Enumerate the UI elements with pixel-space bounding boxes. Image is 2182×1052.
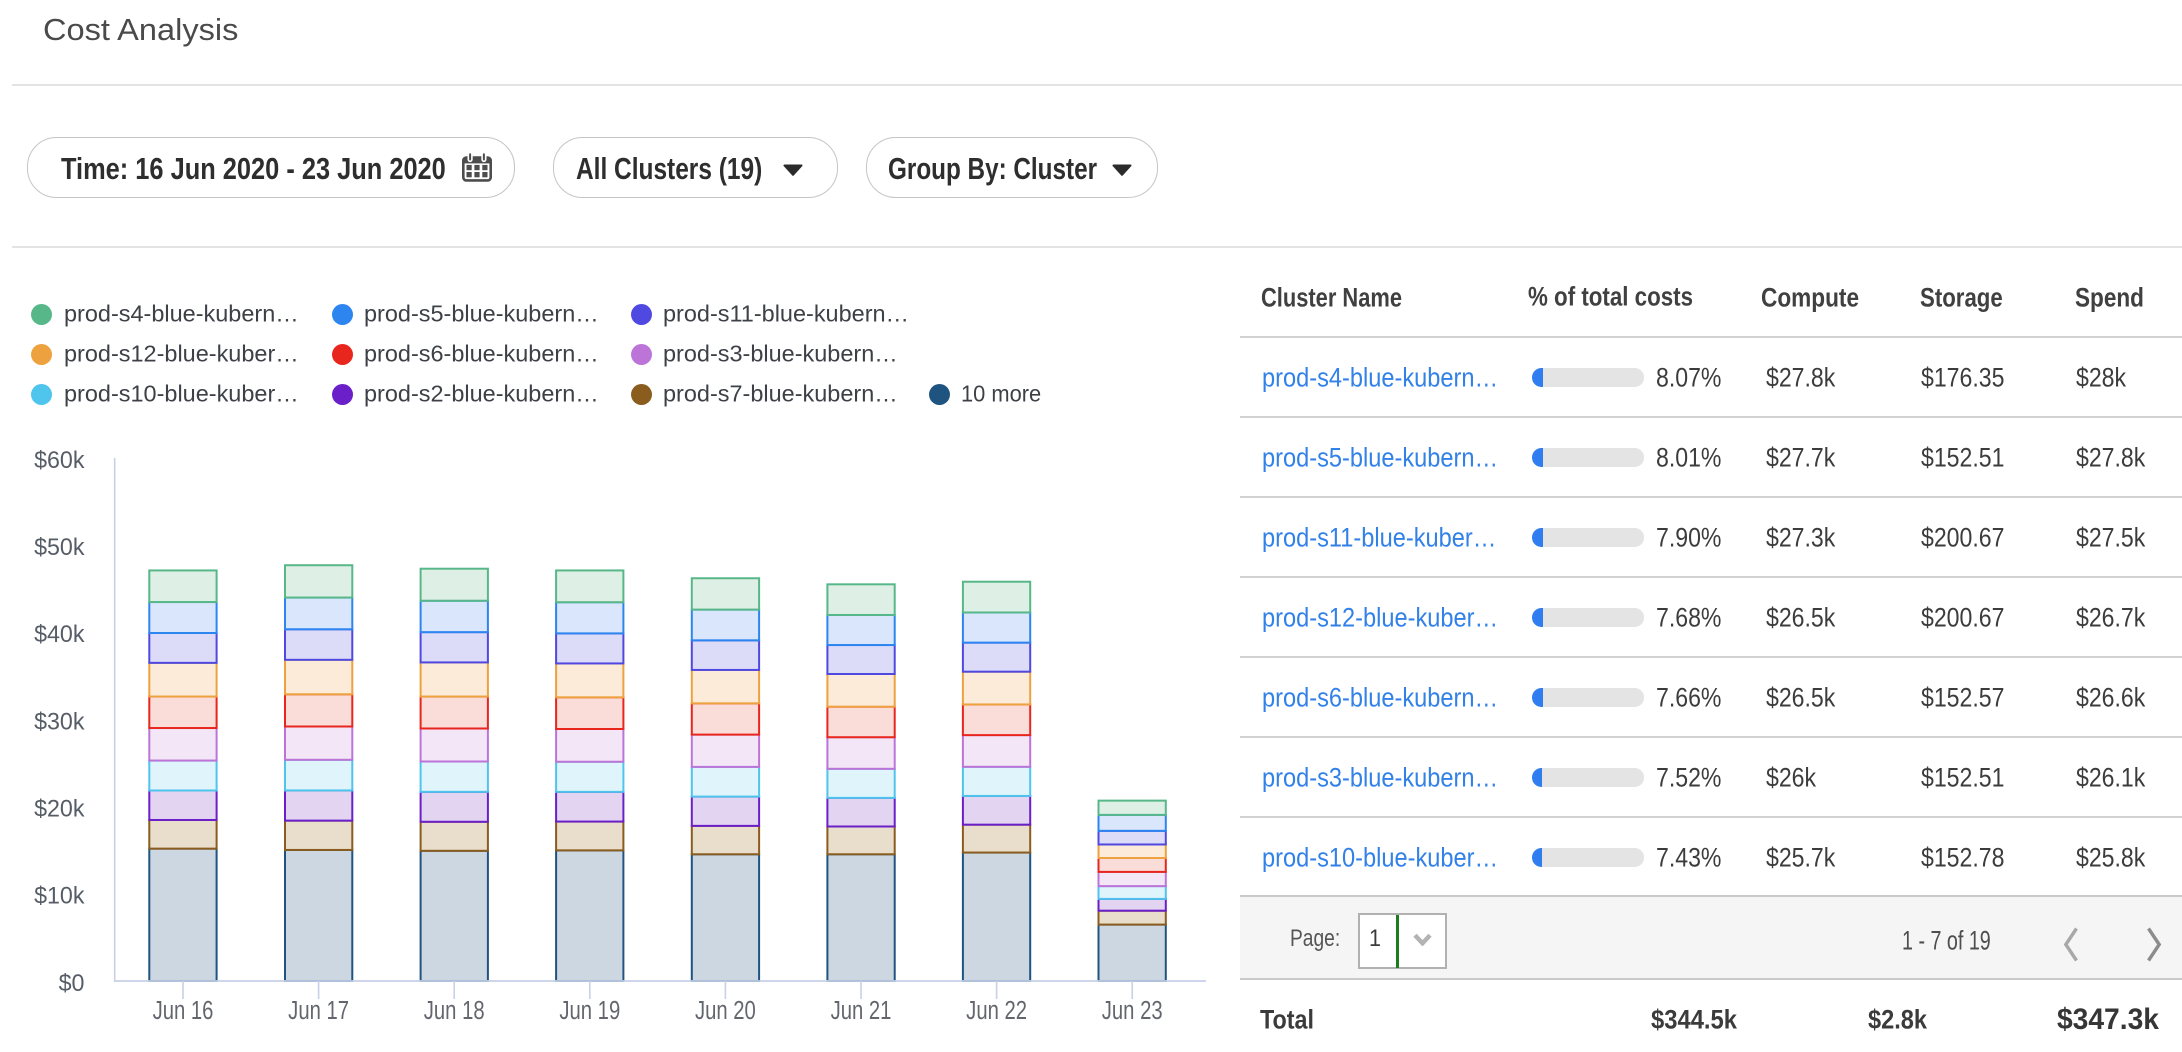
svg-text:Jun 18: Jun 18 (424, 996, 485, 1025)
svg-text:Jun 19: Jun 19 (559, 996, 620, 1025)
svg-text:$10k: $10k (34, 882, 84, 910)
svg-text:Jun 22: Jun 22 (966, 996, 1027, 1025)
svg-text:$60k: $60k (34, 446, 84, 474)
svg-text:$30k: $30k (34, 708, 84, 736)
svg-text:$0: $0 (59, 969, 85, 997)
svg-text:Jun 20: Jun 20 (695, 996, 756, 1025)
svg-text:$20k: $20k (34, 795, 84, 823)
svg-text:$50k: $50k (34, 534, 84, 562)
svg-text:$40k: $40k (34, 621, 84, 649)
svg-text:Jun 16: Jun 16 (153, 996, 214, 1025)
svg-text:Jun 23: Jun 23 (1102, 996, 1163, 1025)
svg-text:Jun 17: Jun 17 (288, 996, 349, 1025)
svg-text:Jun 21: Jun 21 (831, 996, 892, 1025)
